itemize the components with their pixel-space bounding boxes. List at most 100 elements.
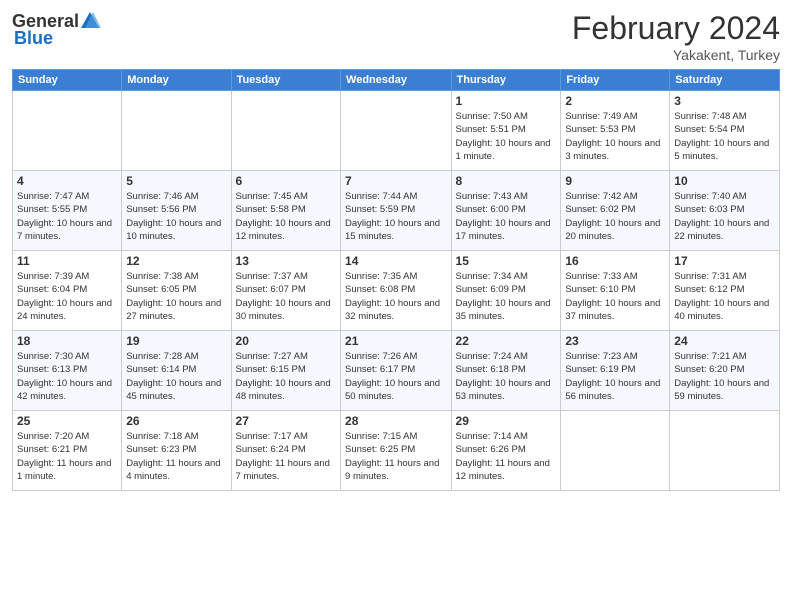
calendar-cell: 3Sunrise: 7:48 AM Sunset: 5:54 PM Daylig…: [670, 91, 780, 171]
day-number: 18: [17, 334, 117, 348]
day-info: Sunrise: 7:14 AM Sunset: 6:26 PM Dayligh…: [456, 430, 557, 483]
day-info: Sunrise: 7:28 AM Sunset: 6:14 PM Dayligh…: [126, 350, 226, 403]
calendar-cell: 29 Sunrise: 7:14 AM Sunset: 6:26 PM Dayli…: [451, 411, 561, 491]
page-header: General Blue February 2024 Yakakent, Tur…: [12, 10, 780, 63]
calendar-header-row: SundayMondayTuesdayWednesdayThursdayFrid…: [13, 70, 780, 91]
calendar-cell: 10 Sunrise: 7:40 AM Sunset: 6:03 PM Dayli…: [670, 171, 780, 251]
calendar-cell: 14Sunrise: 7:35 AM Sunset: 6:08 PM Dayli…: [341, 251, 452, 331]
calendar-day-header: Thursday: [451, 70, 561, 91]
day-info: Sunrise: 7:17 AM Sunset: 6:24 PM Dayligh…: [236, 430, 336, 483]
calendar-cell: 25 Sunrise: 7:20 AM Sunset: 6:21 PM Dayli…: [13, 411, 122, 491]
day-number: 26: [126, 414, 226, 428]
calendar-cell: 28 Sunrise: 7:15 AM Sunset: 6:25 PM Dayli…: [341, 411, 452, 491]
day-number: 20: [236, 334, 336, 348]
day-number: 17: [674, 254, 775, 268]
day-info: Sunrise: 7:45 AM Sunset: 5:58 PM Dayligh…: [236, 190, 336, 243]
day-number: 25: [17, 414, 117, 428]
day-number: 24: [674, 334, 775, 348]
calendar-cell: 23 Sunrise: 7:23 AM Sunset: 6:19 PM Dayli…: [561, 331, 670, 411]
day-info: Sunrise: 7:27 AM Sunset: 6:15 PM Dayligh…: [236, 350, 336, 403]
calendar-week-row: 25 Sunrise: 7:20 AM Sunset: 6:21 PM Dayli…: [13, 411, 780, 491]
day-number: 19: [126, 334, 226, 348]
calendar-cell: 9 Sunrise: 7:42 AM Sunset: 6:02 PM Daylig…: [561, 171, 670, 251]
day-number: 16: [565, 254, 665, 268]
logo-blue: Blue: [14, 28, 53, 49]
calendar-day-header: Friday: [561, 70, 670, 91]
calendar-day-header: Wednesday: [341, 70, 452, 91]
day-info: Sunrise: 7:26 AM Sunset: 6:17 PM Dayligh…: [345, 350, 447, 403]
day-info: Sunrise: 7:42 AM Sunset: 6:02 PM Dayligh…: [565, 190, 665, 243]
day-number: 10: [674, 174, 775, 188]
calendar-cell: [122, 91, 231, 171]
day-number: 15: [456, 254, 557, 268]
calendar-week-row: 1 Sunrise: 7:50 AM Sunset: 5:51 PM Daylig…: [13, 91, 780, 171]
day-number: 7: [345, 174, 447, 188]
day-info: Sunrise: 7:15 AM Sunset: 6:25 PM Dayligh…: [345, 430, 447, 483]
day-info: Sunrise: 7:37 AM Sunset: 6:07 PM Dayligh…: [236, 270, 336, 323]
day-info: Sunrise: 7:46 AM Sunset: 5:56 PM Dayligh…: [126, 190, 226, 243]
day-number: 6: [236, 174, 336, 188]
day-number: 5: [126, 174, 226, 188]
day-number: 23: [565, 334, 665, 348]
calendar-cell: [341, 91, 452, 171]
day-info: Sunrise: 7:50 AM Sunset: 5:51 PM Dayligh…: [456, 110, 557, 163]
day-info: Sunrise: 7:23 AM Sunset: 6:19 PM Dayligh…: [565, 350, 665, 403]
day-info: Sunrise: 7:48 AM Sunset: 5:54 PM Dayligh…: [674, 110, 775, 163]
day-info: Sunrise: 7:49 AM Sunset: 5:53 PM Dayligh…: [565, 110, 665, 163]
day-info: Sunrise: 7:44 AM Sunset: 5:59 PM Dayligh…: [345, 190, 447, 243]
calendar-day-header: Monday: [122, 70, 231, 91]
calendar-cell: 24 Sunrise: 7:21 AM Sunset: 6:20 PM Dayli…: [670, 331, 780, 411]
day-info: Sunrise: 7:39 AM Sunset: 6:04 PM Dayligh…: [17, 270, 117, 323]
day-info: Sunrise: 7:18 AM Sunset: 6:23 PM Dayligh…: [126, 430, 226, 483]
calendar-cell: [231, 91, 340, 171]
calendar-day-header: Tuesday: [231, 70, 340, 91]
day-info: Sunrise: 7:31 AM Sunset: 6:12 PM Dayligh…: [674, 270, 775, 323]
day-info: Sunrise: 7:20 AM Sunset: 6:21 PM Dayligh…: [17, 430, 117, 483]
calendar-table: SundayMondayTuesdayWednesdayThursdayFrid…: [12, 69, 780, 491]
logo-icon: [79, 10, 101, 32]
calendar-cell: 11Sunrise: 7:39 AM Sunset: 6:04 PM Dayli…: [13, 251, 122, 331]
calendar-cell: 7 Sunrise: 7:44 AM Sunset: 5:59 PM Daylig…: [341, 171, 452, 251]
calendar-cell: 17 Sunrise: 7:31 AM Sunset: 6:12 PM Dayli…: [670, 251, 780, 331]
calendar-cell: 26 Sunrise: 7:18 AM Sunset: 6:23 PM Dayli…: [122, 411, 231, 491]
day-number: 1: [456, 94, 557, 108]
calendar-cell: 2 Sunrise: 7:49 AM Sunset: 5:53 PM Daylig…: [561, 91, 670, 171]
day-info: Sunrise: 7:24 AM Sunset: 6:18 PM Dayligh…: [456, 350, 557, 403]
day-number: 22: [456, 334, 557, 348]
calendar-cell: 6 Sunrise: 7:45 AM Sunset: 5:58 PM Daylig…: [231, 171, 340, 251]
day-info: Sunrise: 7:35 AM Sunset: 6:08 PM Dayligh…: [345, 270, 447, 323]
day-info: Sunrise: 7:30 AM Sunset: 6:13 PM Dayligh…: [17, 350, 117, 403]
calendar-week-row: 4 Sunrise: 7:47 AM Sunset: 5:55 PM Daylig…: [13, 171, 780, 251]
calendar-cell: 1 Sunrise: 7:50 AM Sunset: 5:51 PM Daylig…: [451, 91, 561, 171]
logo: General Blue: [12, 10, 101, 49]
calendar-cell: 22 Sunrise: 7:24 AM Sunset: 6:18 PM Dayli…: [451, 331, 561, 411]
day-info: Sunrise: 7:40 AM Sunset: 6:03 PM Dayligh…: [674, 190, 775, 243]
calendar-day-header: Saturday: [670, 70, 780, 91]
day-number: 28: [345, 414, 447, 428]
calendar-day-header: Sunday: [13, 70, 122, 91]
day-number: 9: [565, 174, 665, 188]
day-number: 2: [565, 94, 665, 108]
calendar-cell: 27Sunrise: 7:17 AM Sunset: 6:24 PM Dayli…: [231, 411, 340, 491]
calendar-cell: 18 Sunrise: 7:30 AM Sunset: 6:13 PM Dayli…: [13, 331, 122, 411]
calendar-cell: 12Sunrise: 7:38 AM Sunset: 6:05 PM Dayli…: [122, 251, 231, 331]
calendar-cell: [13, 91, 122, 171]
day-info: Sunrise: 7:34 AM Sunset: 6:09 PM Dayligh…: [456, 270, 557, 323]
day-info: Sunrise: 7:38 AM Sunset: 6:05 PM Dayligh…: [126, 270, 226, 323]
day-info: Sunrise: 7:21 AM Sunset: 6:20 PM Dayligh…: [674, 350, 775, 403]
calendar-cell: 4 Sunrise: 7:47 AM Sunset: 5:55 PM Daylig…: [13, 171, 122, 251]
calendar-cell: 21Sunrise: 7:26 AM Sunset: 6:17 PM Dayli…: [341, 331, 452, 411]
calendar-cell: [561, 411, 670, 491]
calendar-cell: 15 Sunrise: 7:34 AM Sunset: 6:09 PM Dayli…: [451, 251, 561, 331]
location: Yakakent, Turkey: [572, 47, 780, 63]
calendar-cell: 20 Sunrise: 7:27 AM Sunset: 6:15 PM Dayli…: [231, 331, 340, 411]
title-block: February 2024 Yakakent, Turkey: [572, 10, 780, 63]
calendar-cell: [670, 411, 780, 491]
day-number: 8: [456, 174, 557, 188]
day-number: 4: [17, 174, 117, 188]
day-info: Sunrise: 7:47 AM Sunset: 5:55 PM Dayligh…: [17, 190, 117, 243]
calendar-cell: 5 Sunrise: 7:46 AM Sunset: 5:56 PM Daylig…: [122, 171, 231, 251]
day-number: 13: [236, 254, 336, 268]
day-number: 29: [456, 414, 557, 428]
calendar-cell: 8Sunrise: 7:43 AM Sunset: 6:00 PM Daylig…: [451, 171, 561, 251]
